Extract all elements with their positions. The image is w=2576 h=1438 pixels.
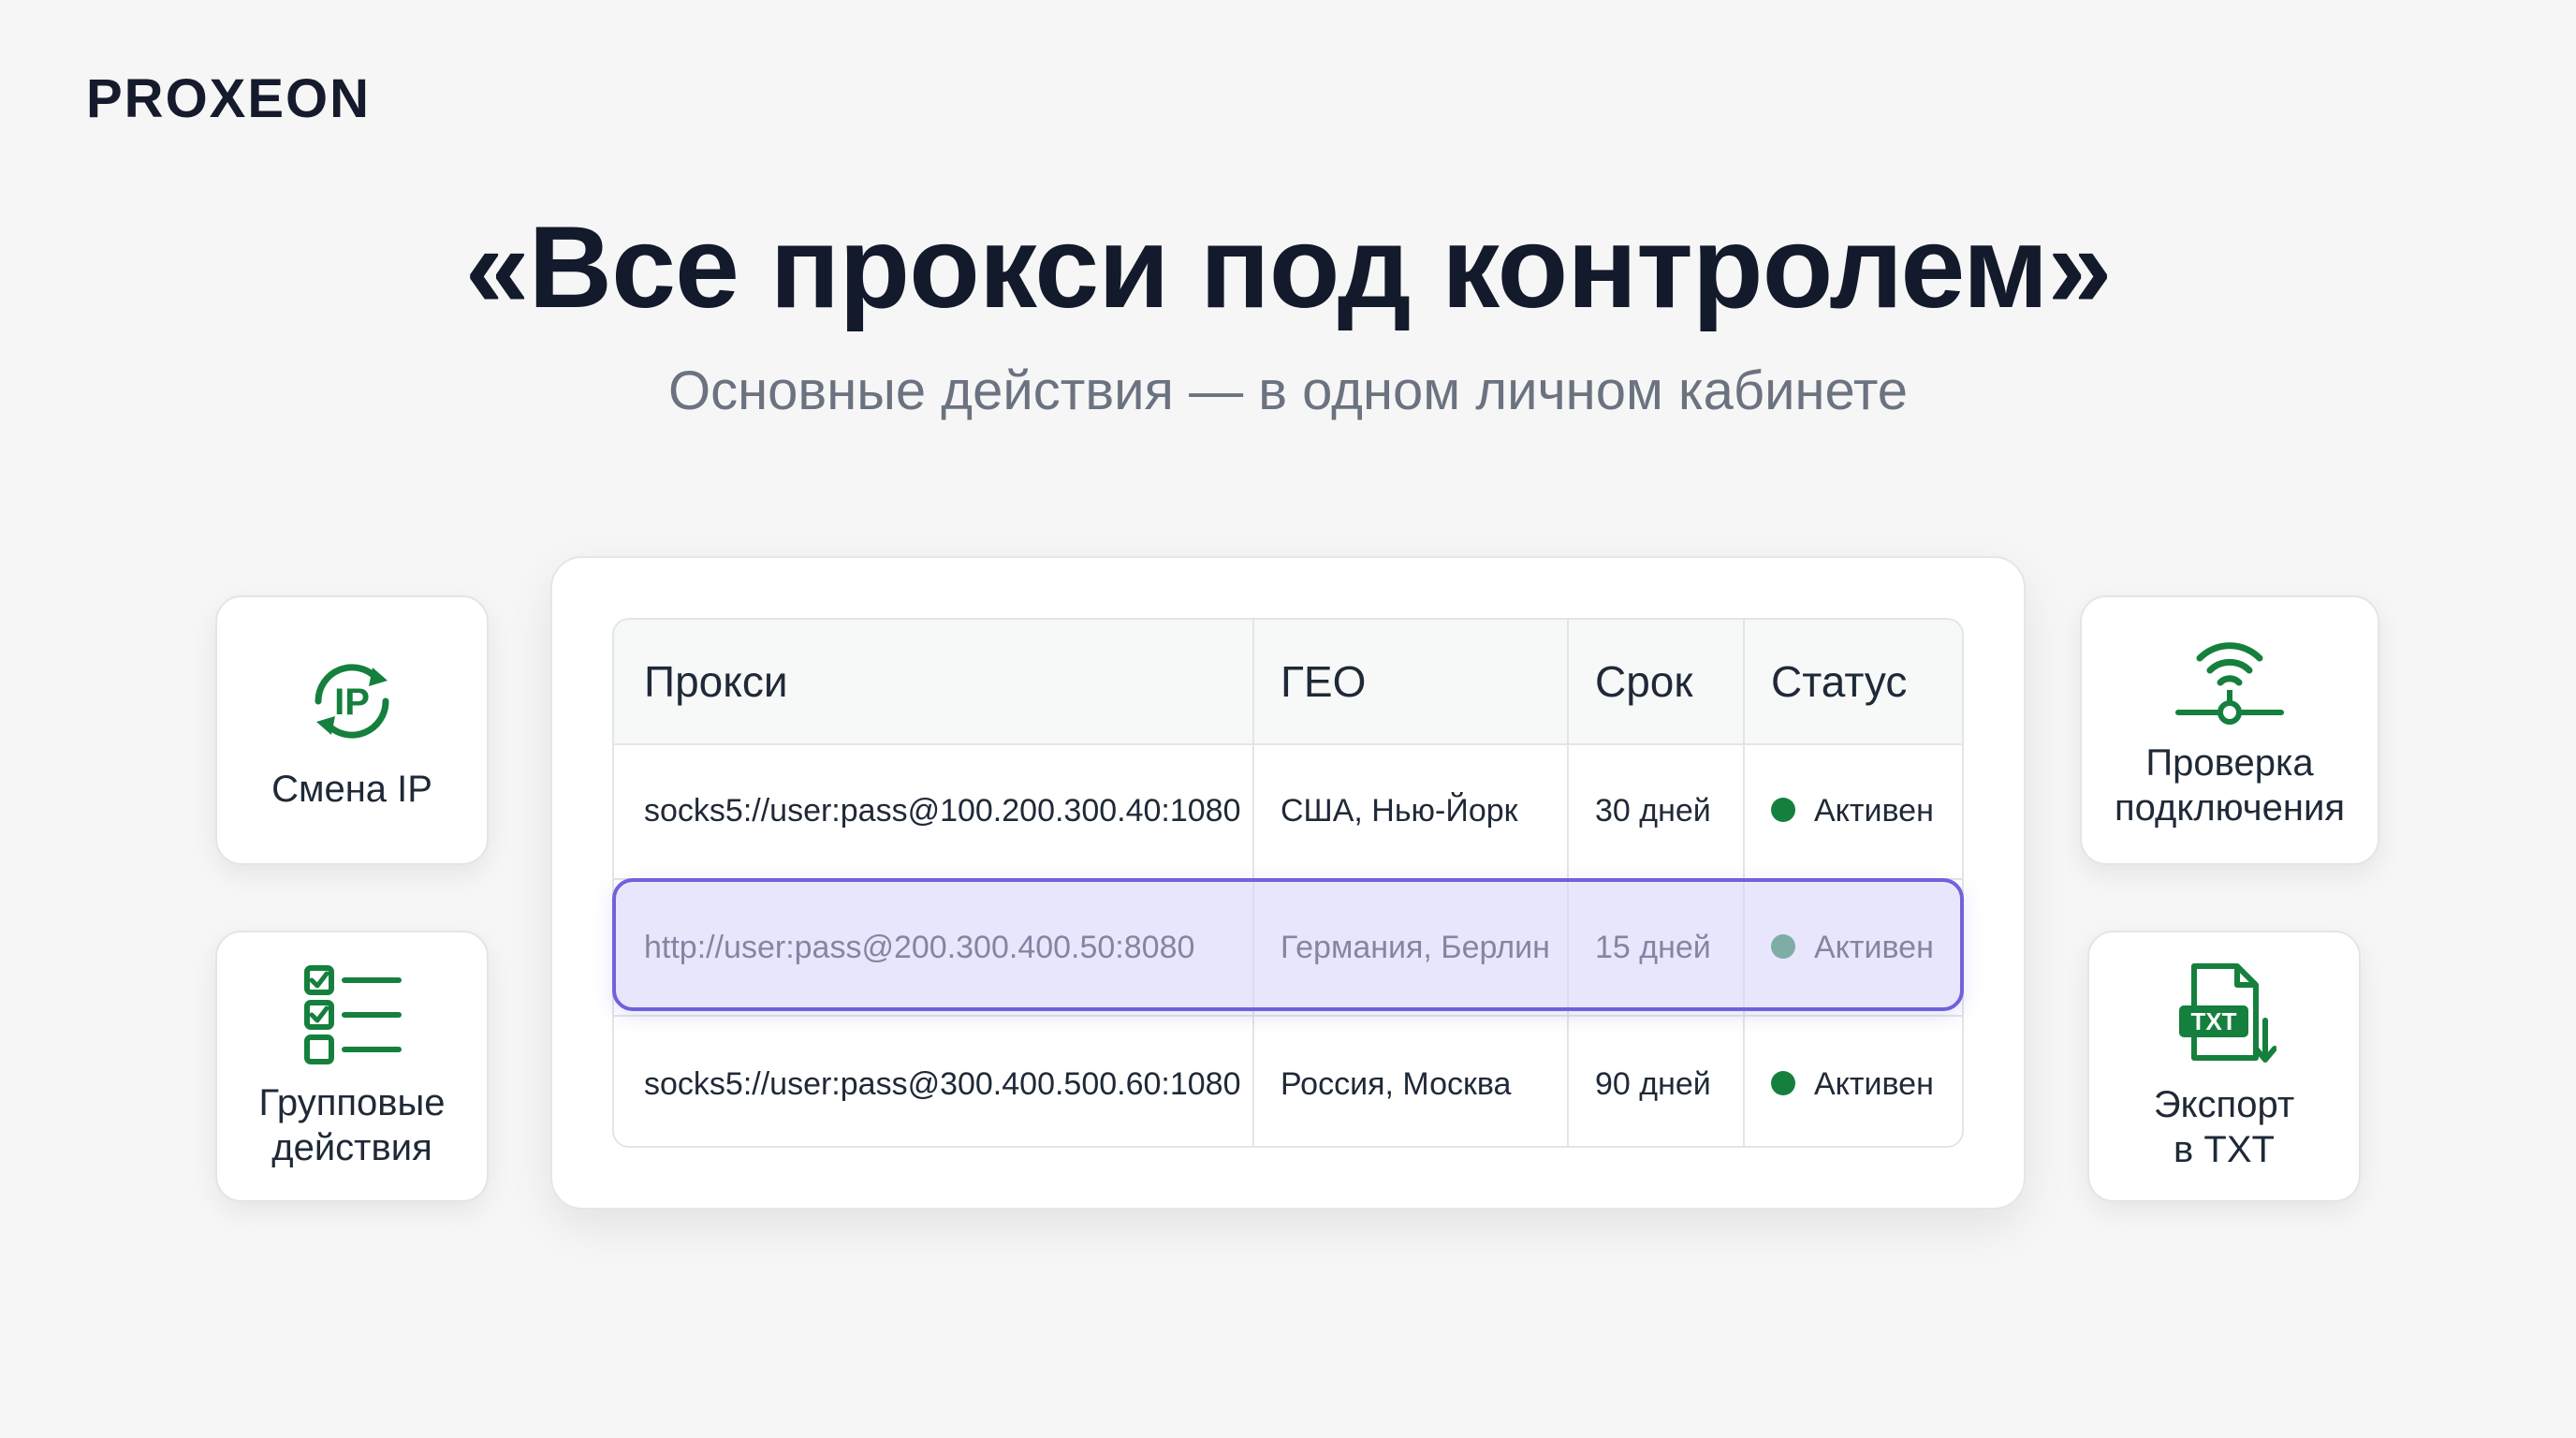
connection-check-label: Проверка подключения [2115, 742, 2345, 829]
geo-cell: Россия, Москва [1281, 1066, 1512, 1102]
connection-check-card[interactable]: Проверка подключения [2080, 595, 2379, 865]
term-cell: 30 дней [1595, 793, 1711, 829]
status-cell: Активен [1771, 1017, 1934, 1146]
page-title: «Все прокси под контролем» [464, 203, 2113, 332]
status-text: Активен [1814, 930, 1934, 965]
geo-cell: США, Нью-Йорк [1281, 793, 1518, 829]
table-row[interactable]: http://user:pass@200.300.400.50:8080 Гер… [614, 880, 1962, 1017]
page-subtitle: Основные действия — в одном личном кабин… [667, 360, 1909, 421]
export-txt-label: Экспорт в TXT [2153, 1084, 2295, 1170]
proxy-cell: socks5://user:pass@100.200.300.40:1080 [644, 793, 1241, 829]
column-header-proxy[interactable]: Прокси [644, 620, 788, 743]
table-row[interactable]: socks5://user:pass@300.400.500.60:1080 Р… [614, 1017, 1962, 1146]
svg-text:IP: IP [334, 682, 370, 723]
ip-refresh-icon: IP [315, 664, 389, 739]
brand-logo: PROXEON [86, 68, 372, 129]
column-header-geo[interactable]: ГЕО [1281, 620, 1366, 743]
status-text: Активен [1814, 793, 1934, 829]
change-ip-label: Смена IP [271, 769, 432, 810]
proxy-table: Прокси ГЕО Срок Статус socks5://user:pas… [612, 618, 1964, 1148]
status-active-dot-icon [1771, 798, 1795, 823]
geo-cell: Германия, Берлин [1281, 930, 1550, 965]
status-cell: Активен [1771, 880, 1934, 1015]
txt-file-download-icon: TXT [2179, 963, 2276, 1063]
status-active-dot-icon [1771, 1071, 1795, 1096]
term-cell: 90 дней [1595, 1066, 1711, 1102]
column-header-term[interactable]: Срок [1595, 620, 1693, 743]
export-txt-card[interactable]: TXT Экспорт в TXT [2087, 931, 2361, 1202]
wifi-network-icon [2175, 642, 2284, 725]
table-row[interactable]: socks5://user:pass@100.200.300.40:1080 С… [614, 743, 1962, 880]
change-ip-card[interactable]: IP Смена IP [215, 595, 489, 865]
term-cell: 15 дней [1595, 930, 1711, 965]
bulk-actions-label: Групповые действия [258, 1082, 446, 1168]
status-active-dot-icon [1771, 934, 1795, 960]
proxy-cell: http://user:pass@200.300.400.50:8080 [644, 930, 1195, 965]
status-cell: Активен [1771, 743, 1934, 878]
bulk-actions-card[interactable]: Групповые действия [215, 931, 489, 1202]
svg-text:TXT: TXT [2190, 1007, 2236, 1035]
checklist-icon [304, 965, 402, 1064]
proxy-cell: socks5://user:pass@300.400.500.60:1080 [644, 1066, 1241, 1102]
column-header-status[interactable]: Статус [1771, 620, 1907, 743]
status-text: Активен [1814, 1066, 1934, 1102]
